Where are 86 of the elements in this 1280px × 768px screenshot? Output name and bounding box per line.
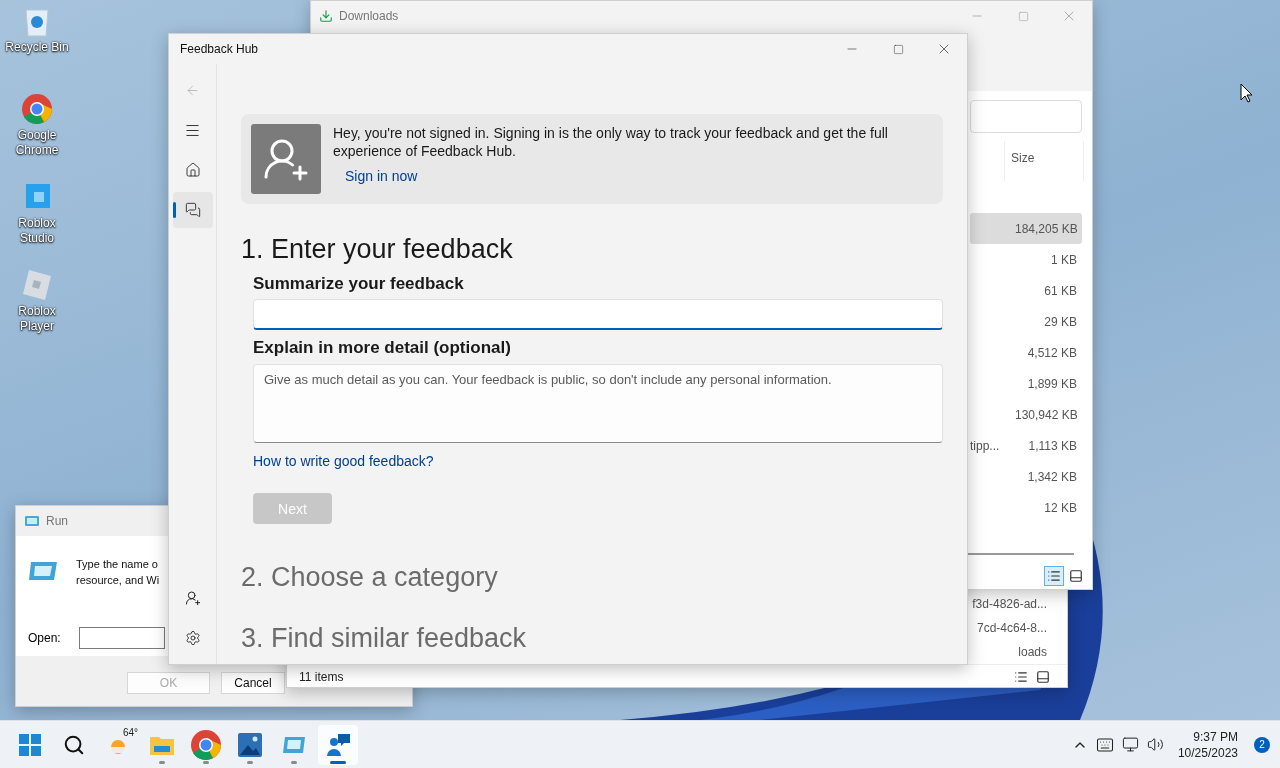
cancel-button[interactable]: Cancel: [221, 672, 285, 694]
file-size: 1 KB: [1050, 252, 1077, 267]
file-size: 1,113 KB: [1027, 438, 1077, 453]
file-row[interactable]: 130,942 KB: [970, 399, 1082, 430]
file-row[interactable]: tipp... 1,113 KB: [970, 430, 1082, 461]
summary-field[interactable]: [253, 299, 943, 330]
speech-bubbles-icon: [184, 202, 201, 218]
list-icon: [1014, 669, 1028, 684]
volume-icon[interactable]: [1146, 736, 1164, 753]
file-name: loads: [1018, 645, 1047, 659]
player-icon: [20, 268, 54, 302]
run-icon: [24, 515, 40, 527]
prompt-text: Type the name o: [76, 557, 158, 572]
dialog-title: Run: [46, 514, 68, 528]
running-indicator: [159, 760, 165, 764]
file-name: tipp...: [970, 438, 1001, 453]
feedback-hub-icon: [325, 731, 351, 758]
file-row[interactable]: 1,342 KB: [970, 461, 1082, 492]
settings-icon: [184, 630, 201, 646]
time: 9:37 PM: [1193, 728, 1238, 745]
help-link[interactable]: How to write good feedback?: [253, 453, 434, 469]
file-row[interactable]: 184,205 KB: [970, 213, 1082, 244]
panel-icon: [1069, 569, 1083, 583]
open-field[interactable]: [78, 627, 165, 649]
banner-message: Hey, you're not signed in. Signing in is the only way to track your feedback and get the full experience of Feedback Hub.: [333, 124, 889, 160]
running-indicator: [203, 760, 209, 764]
file-size: 1,342 KB: [1026, 469, 1077, 484]
network-icon[interactable]: [1121, 736, 1139, 753]
file-name: 7cd-4c64-8...: [976, 621, 1047, 635]
field-label: Summarize your feedback: [253, 274, 465, 294]
chrome-icon: [20, 92, 54, 126]
item-count: 11 items: [299, 669, 344, 684]
date: 10/25/2023: [1177, 744, 1238, 761]
mouse-cursor-icon: [1240, 83, 1253, 103]
running-indicator: [291, 760, 297, 764]
file-row[interactable]: 4,512 KB: [970, 337, 1082, 368]
notification-badge[interactable]: 2: [1254, 736, 1270, 753]
maximize-icon: [892, 43, 904, 55]
running-indicator: [330, 760, 346, 764]
keyboard-icon[interactable]: [1095, 735, 1114, 754]
file-size: 61 KB: [1043, 283, 1077, 298]
file-row[interactable]: 1,899 KB: [970, 368, 1082, 399]
file-name: f3d-4826-ad...: [972, 597, 1047, 611]
file-size: 29 KB: [1043, 314, 1077, 329]
file-row[interactable]: 1 KB: [970, 244, 1082, 275]
file-row[interactable]: 12 KB: [970, 492, 1082, 523]
run-icon: [282, 735, 306, 754]
file-size: 1,899 KB: [1026, 376, 1077, 391]
file-size: 12 KB: [1043, 500, 1077, 515]
selection-indicator: [172, 202, 176, 218]
feedback-button[interactable]: [172, 192, 213, 228]
open-label: Open:: [28, 631, 61, 645]
search-field[interactable]: [970, 99, 1082, 133]
window-title: Downloads: [339, 9, 399, 23]
chrome-icon: [189, 727, 223, 762]
file-row[interactable]: 61 KB: [970, 275, 1082, 306]
taskbar-button[interactable]: 64°: [98, 724, 138, 765]
windows-logo-icon: [19, 733, 41, 756]
run-icon: [28, 560, 58, 582]
step-heading: 2. Choose a category: [241, 561, 499, 594]
account-icon: [251, 124, 321, 194]
file-size: 184,205 KB: [1015, 221, 1077, 236]
clock[interactable]: 9:37 PM 10/25/2023: [1177, 728, 1238, 761]
list-icon: [1047, 569, 1061, 583]
field-label: Explain in more detail (optional): [253, 338, 512, 358]
file-size: 4,512 KB: [1026, 345, 1077, 360]
column-header[interactable]: Size: [1004, 141, 1084, 181]
taskbar-button[interactable]: [318, 724, 358, 765]
details-view-button[interactable]: [1044, 566, 1064, 586]
file-size: 130,942 KB: [1015, 407, 1077, 422]
panel-icon: [1036, 669, 1050, 684]
file-row[interactable]: 29 KB: [970, 306, 1082, 337]
prompt-text: resource, and Wi: [76, 573, 160, 588]
home-icon: [184, 162, 201, 178]
detail-field[interactable]: Give as much detail as you can. Your feedback is public, so don't include any personal information.: [253, 364, 943, 443]
maximize-icon: [1017, 10, 1029, 22]
search-icon: [63, 733, 85, 756]
running-indicator: [247, 760, 253, 764]
temperature: 64°: [122, 726, 138, 738]
step-heading: 3. Find similar feedback: [241, 622, 528, 655]
add-user-icon: [184, 590, 201, 606]
window-title: Feedback Hub: [180, 42, 259, 56]
photos-icon: [238, 732, 262, 757]
step-heading: 1. Enter your feedback: [241, 233, 514, 266]
download-icon: [319, 9, 333, 23]
sign-in-link[interactable]: Sign in now: [333, 168, 430, 184]
